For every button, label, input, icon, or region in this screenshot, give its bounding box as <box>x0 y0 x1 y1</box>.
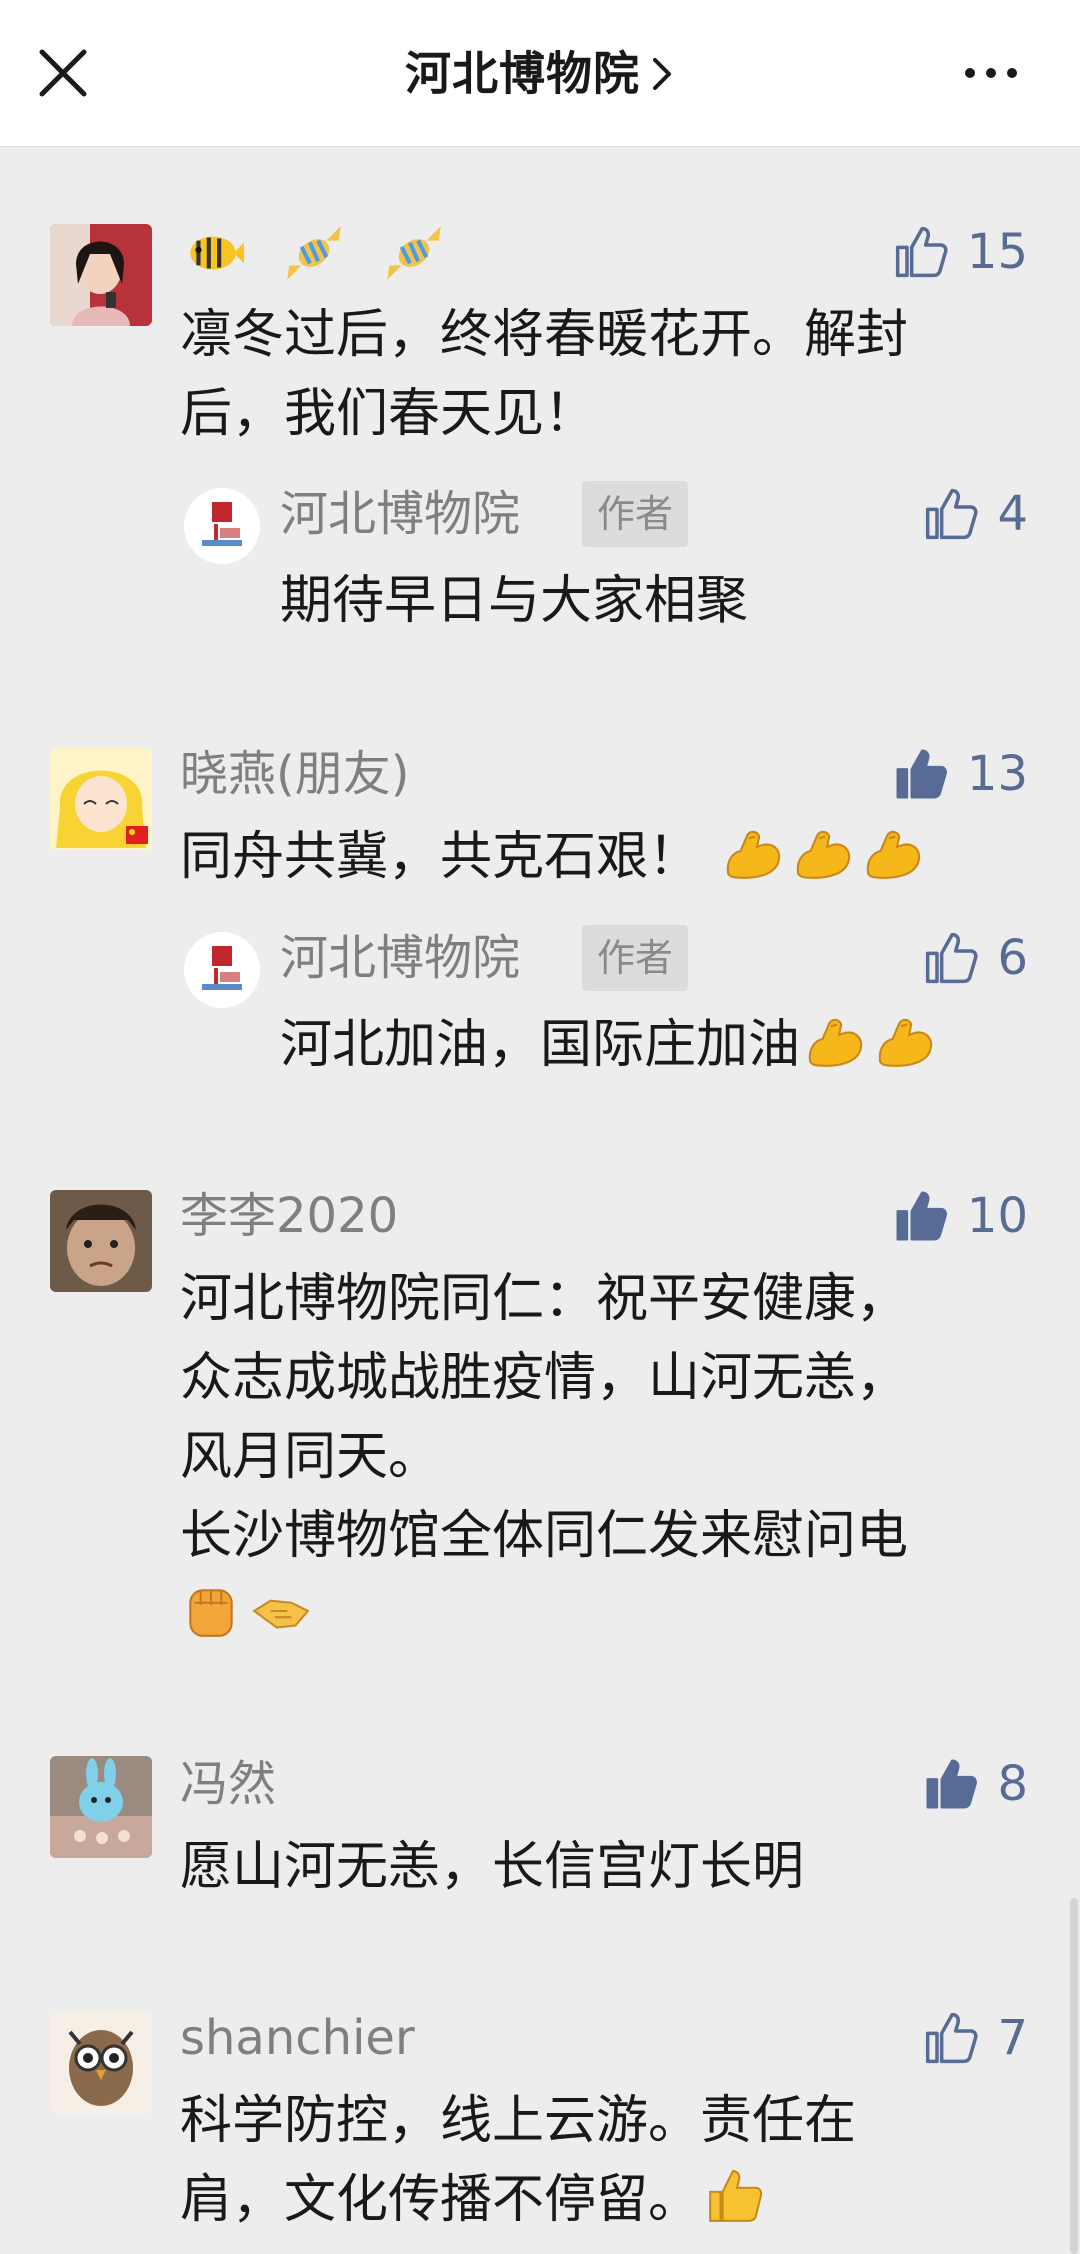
tropical-fish-emoji <box>184 222 246 284</box>
comment-line: 肩，文化传播不停留。 <box>180 2170 701 2230</box>
more-dot <box>1007 68 1017 78</box>
comment-line: 长沙博物馆全体同仁发来慰问电 <box>180 1506 909 1566</box>
page-title: 河北博物院 <box>404 46 640 101</box>
like-count: 8 <box>997 1756 1028 1812</box>
comment-line: 河北博物院同仁：祝平安健康， <box>180 1269 909 1329</box>
reply-text: 河北加油，国际庄加油 <box>280 1006 940 1085</box>
more-dot <box>986 68 996 78</box>
flexed-biceps-emoji <box>862 822 924 884</box>
candy-emoji <box>383 222 445 284</box>
comment-nickname: shanchier <box>180 2010 415 2066</box>
scrollbar[interactable] <box>1070 1898 1078 2254</box>
flexed-biceps-emoji <box>792 822 854 884</box>
raised-fist-emoji <box>180 1580 242 1642</box>
title-link[interactable]: 河北博物院 <box>0 38 1080 108</box>
thumbs-up-outline-icon <box>923 2010 979 2066</box>
reply-like-button[interactable]: 4 <box>923 484 1028 544</box>
thumbs-up-filled-icon <box>893 1188 949 1244</box>
comment-text: 科学防控，线上云游。责任在 肩，文化传播不停留。 <box>180 2082 1020 2240</box>
handshake-emoji <box>250 1580 312 1642</box>
comment-nickname: 李李2020 <box>180 1188 399 1244</box>
avatar[interactable] <box>50 748 152 850</box>
top-bar: 河北博物院 <box>0 0 1080 147</box>
candy-emoji <box>283 222 345 284</box>
like-count: 13 <box>966 746 1028 802</box>
comment-line: 众志成城战胜疫情，山河无恙， <box>180 1348 909 1408</box>
like-count: 10 <box>966 1188 1028 1244</box>
comment-text: 愿山河无恙，长信宫灯长明 <box>180 1828 1020 1907</box>
author-badge: 作者 <box>582 481 689 547</box>
comment-nickname: 冯然 <box>180 1756 277 1812</box>
comment-nickname <box>180 222 449 288</box>
like-button[interactable]: 15 <box>893 222 1028 282</box>
like-button[interactable]: 13 <box>893 744 1028 804</box>
reply-line: 河北加油，国际庄加油 <box>280 1015 801 1075</box>
like-button[interactable]: 10 <box>893 1186 1028 1246</box>
like-count: 4 <box>997 486 1028 542</box>
thumbs-up-outline-icon <box>893 224 949 280</box>
chevron-right-icon <box>653 57 672 90</box>
more-dots-icon <box>965 68 975 78</box>
more-button[interactable] <box>950 40 1032 106</box>
comment-line: 科学防控，线上云游。责任在 <box>180 2091 857 2151</box>
comment-text: 凛冬过后，终将春暖花开。解封 后，我们春天见！ <box>180 296 1020 454</box>
flexed-biceps-emoji <box>804 1010 866 1072</box>
like-button[interactable]: 7 <box>923 2008 1028 2068</box>
reply-like-button[interactable]: 6 <box>923 928 1028 988</box>
comment-text: 河北博物院同仁：祝平安健康， 众志成城战胜疫情，山河无恙， 风月同天。 长沙博物… <box>180 1260 1020 1655</box>
like-button[interactable]: 8 <box>923 1754 1028 1814</box>
avatar[interactable] <box>50 224 152 326</box>
thumbs-up-outline-icon <box>923 930 979 986</box>
thumbs-up-filled-icon <box>923 1756 979 1812</box>
like-count: 6 <box>997 930 1028 986</box>
comment-text: 同舟共冀，共克石艰！ <box>180 818 1020 897</box>
author-badge: 作者 <box>582 925 689 991</box>
flexed-biceps-emoji <box>722 822 784 884</box>
flexed-biceps-emoji <box>874 1010 936 1072</box>
thumbs-up-outline-icon <box>923 486 979 542</box>
comment-nickname: 晓燕(朋友) <box>180 746 410 802</box>
comment-line: 愿山河无恙，长信宫灯长明 <box>180 1837 805 1897</box>
avatar[interactable] <box>50 1190 152 1292</box>
thumbs-up-emoji <box>704 2165 766 2227</box>
comment-line: 凛冬过后，终将春暖花开。解封 <box>180 305 909 365</box>
reply-nickname: 河北博物院 <box>280 486 521 542</box>
comment-line: 风月同天。 <box>180 1427 441 1487</box>
reply-text: 期待早日与大家相聚 <box>280 571 749 631</box>
like-count: 7 <box>997 2010 1028 2066</box>
avatar[interactable] <box>50 2012 152 2114</box>
comment-line: 同舟共冀，共克石艰！ <box>180 827 701 887</box>
author-avatar[interactable] <box>184 932 260 1008</box>
comment-line: 后，我们春天见！ <box>180 384 597 444</box>
author-avatar[interactable] <box>184 488 260 564</box>
like-count: 15 <box>966 224 1028 280</box>
reply-nickname: 河北博物院 <box>280 930 521 986</box>
thumbs-up-filled-icon <box>893 746 949 802</box>
avatar[interactable] <box>50 1756 152 1858</box>
